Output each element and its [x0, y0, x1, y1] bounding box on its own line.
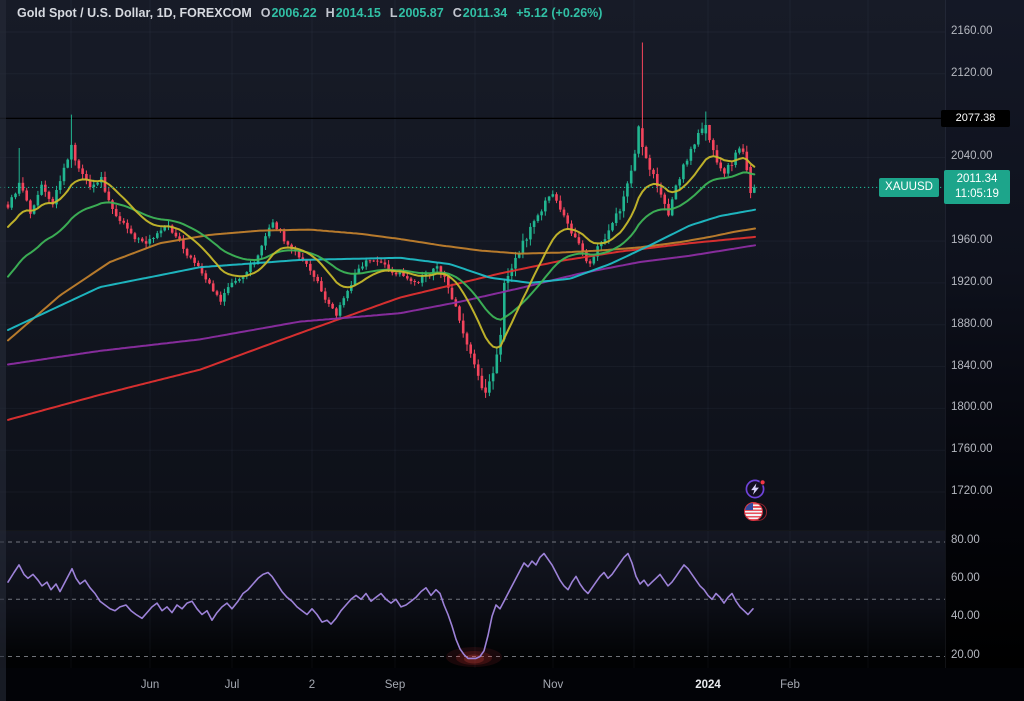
symbol-title[interactable]: Gold Spot / U.S. Dollar, 1D, FOREXCOM [17, 6, 252, 20]
flash-event-icon[interactable] [744, 478, 768, 500]
price-scale-tick: 2160.00 [951, 25, 993, 37]
price-level-label: 2077.38 [941, 109, 1010, 127]
oscillator-pane[interactable] [0, 530, 945, 669]
time-axis-label: 2024 [695, 679, 721, 691]
price-scale-tick: 2040.00 [951, 150, 993, 163]
price-scale-tick: 1840.00 [951, 359, 993, 372]
close-value: 2011.34 [462, 6, 508, 20]
last-price-value: 2011.34 [956, 173, 998, 186]
symbol-price-flag: XAUUSD [879, 177, 939, 197]
open-value: 2006.22 [271, 6, 317, 20]
close-label: C [452, 6, 462, 20]
price-chart-canvas[interactable] [0, 0, 945, 530]
time-axis-label: Jun [140, 679, 160, 691]
high-value: 2014.15 [335, 6, 381, 20]
ohlc-high: H2014.15 [326, 6, 381, 20]
price-scale-tick: 1960.00 [951, 234, 993, 247]
bar-countdown: 11:05:19 [955, 188, 999, 201]
low-value: 2005.87 [398, 6, 444, 20]
price-scale-tick: 1880.00 [951, 317, 993, 330]
price-scale[interactable]: USD [945, 0, 1024, 668]
low-label: L [389, 6, 398, 20]
oscillator-scale-tick: 60.00 [951, 572, 980, 585]
pane-left-edge [0, 0, 6, 701]
high-label: H [325, 6, 335, 20]
us-flag-icon [744, 502, 763, 521]
oscillator-scale-tick: 40.00 [951, 610, 980, 623]
ohlc-close: C2011.34 [453, 6, 508, 20]
open-label: O [260, 6, 271, 20]
trading-chart-widget: USD Gold Spot / U.S. Dollar, 1D, FOREXCO… [0, 0, 1024, 701]
time-axis-label: Nov [542, 679, 564, 691]
ohlc-low: L2005.87 [390, 6, 444, 20]
time-axis-label: Feb [780, 679, 800, 691]
chart-legend: Gold Spot / U.S. Dollar, 1D, FOREXCOM O2… [17, 6, 602, 20]
price-scale-tick: 1760.00 [951, 443, 993, 456]
price-scale-tick: 2120.00 [951, 66, 993, 79]
last-price-label: 2011.34 11:05:19 [944, 170, 1010, 205]
oscillator-scale-tick: 80.00 [951, 534, 980, 546]
time-axis-label: Sep [384, 679, 406, 691]
price-scale-tick: 1800.00 [951, 401, 993, 414]
ohlc-open: O2006.22 [261, 6, 317, 20]
change-value: +5.12 (+0.26%) [516, 6, 603, 20]
time-axis-label: Jul [224, 679, 240, 691]
oscillator-scale-tick: 20.00 [951, 648, 980, 661]
oscillator-canvas[interactable] [0, 531, 945, 669]
lightning-icon [745, 479, 766, 499]
price-scale-tick: 1920.00 [951, 275, 993, 288]
price-pane[interactable] [0, 0, 945, 530]
us-flag-event-icon[interactable] [744, 502, 768, 524]
price-scale-tick: 1720.00 [951, 485, 993, 497]
time-axis-label: 2 [308, 679, 316, 691]
